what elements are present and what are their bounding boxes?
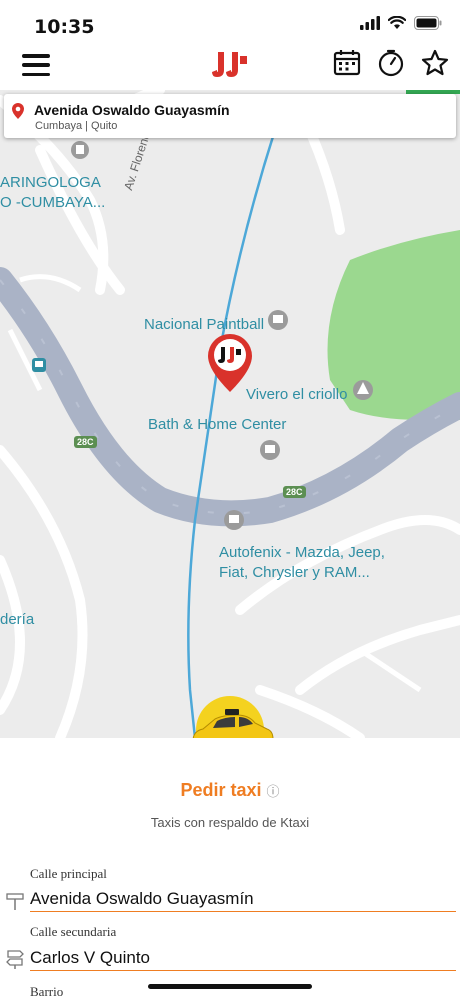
route-28c-shield: 28C (74, 436, 97, 448)
map-label-deria: dería (0, 611, 35, 628)
calle-secundaria-input[interactable] (30, 945, 456, 971)
map-label-bath: Bath & Home Center (148, 416, 287, 433)
calle-principal-label: Calle principal (30, 866, 107, 881)
signpost-icon (6, 893, 24, 910)
battery-icon (414, 16, 442, 30)
menu-icon[interactable] (22, 54, 50, 76)
order-subtitle: Taxis con respaldo de Ktaxi (150, 815, 310, 830)
order-title-text[interactable]: Pedir taxi (180, 780, 261, 800)
wifi-icon (388, 16, 406, 29)
status-bar: 10:35 (0, 0, 460, 46)
map-label-laringologa: ARINGOLOGA (0, 174, 101, 191)
home-indicator[interactable] (148, 984, 312, 989)
address-subtitle: Cumbaya | Quito (35, 120, 118, 132)
calle-principal-input[interactable] (30, 886, 456, 912)
map-label-vivero: Vivero el criollo (246, 386, 348, 403)
star-icon[interactable] (420, 48, 450, 78)
map-label-cumbaya: O -CUMBAYA... (0, 194, 106, 211)
timer-icon[interactable] (376, 48, 406, 78)
app-logo (212, 52, 247, 77)
center-marker-icon[interactable] (208, 334, 252, 392)
top-navbar (0, 46, 460, 90)
calle-secundaria-label: Calle secundaria (30, 924, 117, 939)
map-label-paintball: Nacional Paintball (144, 316, 265, 333)
barrio-label: Barrio (30, 984, 64, 996)
map-view[interactable]: ARINGOLOGA O -CUMBAYA... Av. Florencia N… (0, 90, 460, 738)
calendar-icon[interactable] (332, 48, 362, 78)
status-icons (360, 16, 442, 30)
address-card[interactable]: Avenida Oswaldo Guayasmín Cumbaya | Quit… (4, 94, 456, 138)
location-pin-icon (12, 103, 24, 119)
order-title[interactable]: Pedir taxi ⓘ (0, 780, 460, 801)
address-title: Avenida Oswaldo Guayasmín (34, 102, 230, 118)
status-time: 10:35 (34, 16, 95, 38)
info-icon[interactable]: ⓘ (267, 784, 280, 799)
signal-icon (360, 16, 380, 30)
signpost-icon (6, 950, 24, 969)
map-label-autofenix-2: Fiat, Chrysler y RAM... (219, 564, 370, 581)
map-label-autofenix-1: Autofenix - Mazda, Jeep, (219, 544, 385, 561)
route-28c-shield: 28C (283, 486, 306, 498)
